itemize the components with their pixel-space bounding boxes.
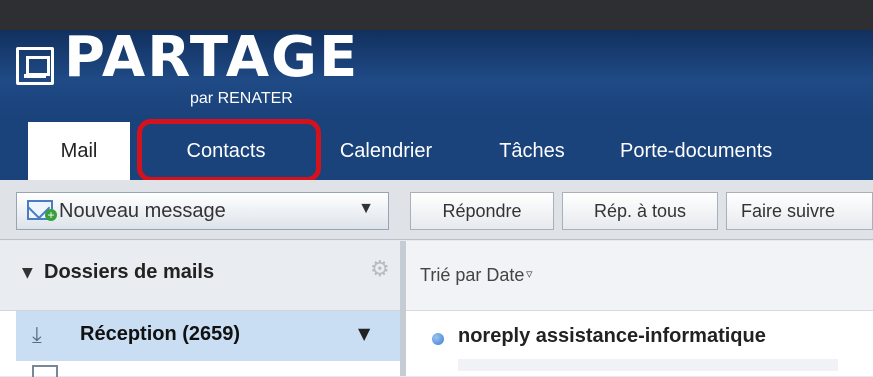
- sidebar-item-label: Réception (2659): [80, 323, 241, 345]
- folder-sidebar: ▼ Dossiers de mails ⚙ ⤓ Réception (2659)…: [0, 241, 400, 377]
- reply-button[interactable]: Répondre: [410, 192, 554, 230]
- sidebar-item-partial[interactable]: [16, 361, 400, 377]
- message-list-pane: Trié par Date ▿ noreply assistance-infor…: [406, 241, 873, 376]
- chevron-down-icon[interactable]: ▼: [358, 324, 370, 343]
- chevron-down-icon[interactable]: ▼: [358, 200, 374, 218]
- sort-desc-icon[interactable]: ▿: [526, 267, 533, 282]
- new-message-button[interactable]: + Nouveau message ▼: [16, 192, 389, 230]
- tab-taches[interactable]: Tâches: [472, 122, 592, 180]
- tab-calendrier[interactable]: Calendrier: [316, 122, 456, 180]
- sidebar-item-reception[interactable]: ⤓ Réception (2659) ▼: [16, 311, 400, 361]
- collapse-arrow-icon[interactable]: ▼: [22, 265, 33, 281]
- folders-header[interactable]: ▼ Dossiers de mails ⚙: [0, 241, 400, 311]
- partage-logo[interactable]: PARTAGE par RENATER: [16, 30, 357, 107]
- app-header: PARTAGE par RENATER: [0, 30, 873, 120]
- inbox-icon: ⤓: [32, 323, 42, 348]
- tab-porte-documents[interactable]: Porte-documents: [608, 122, 868, 180]
- app-tabs: Mail Contacts Calendrier Tâches Porte-do…: [0, 120, 873, 180]
- tab-mail[interactable]: Mail: [28, 122, 130, 180]
- mail-toolbar: + Nouveau message ▼ Répondre Rép. à tous…: [0, 180, 873, 240]
- contacts-highlight-annotation: [137, 119, 321, 182]
- logo-wordmark: PARTAGE: [64, 25, 360, 90]
- new-message-label: Nouveau message: [59, 200, 226, 222]
- message-sender: noreply assistance-informatique: [458, 325, 766, 347]
- folder-icon: [32, 365, 58, 377]
- unread-dot-icon: [432, 333, 444, 345]
- plus-icon: +: [45, 209, 57, 221]
- sort-bar[interactable]: Trié par Date ▿: [406, 241, 873, 311]
- reply-all-button[interactable]: Rép. à tous: [562, 192, 718, 230]
- message-list-item[interactable]: noreply assistance-informatique: [406, 311, 873, 376]
- logo-screen-icon: [16, 47, 54, 85]
- folders-title: Dossiers de mails: [44, 261, 215, 283]
- logo-subtitle: par RENATER: [190, 90, 293, 107]
- message-preview-placeholder: [458, 359, 838, 371]
- sort-label: Trié par Date: [420, 265, 525, 285]
- gear-icon[interactable]: ⚙: [370, 257, 390, 282]
- forward-button[interactable]: Faire suivre: [726, 192, 873, 230]
